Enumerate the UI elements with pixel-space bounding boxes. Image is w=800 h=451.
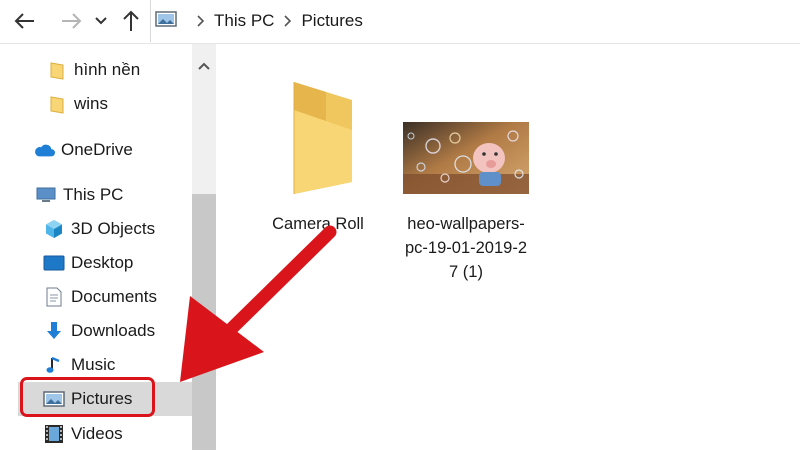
- cube-icon: [43, 218, 65, 240]
- computer-icon: [35, 184, 57, 206]
- breadcrumb-this-pc[interactable]: This PC: [214, 11, 274, 31]
- sidebar-item-wins[interactable]: wins: [0, 87, 192, 121]
- item-name: Camera Roll: [272, 215, 364, 233]
- sidebar-item-hinh-nen[interactable]: hình nền: [0, 53, 192, 87]
- folder-icon: [46, 93, 68, 115]
- arrow-left-icon: [14, 13, 34, 29]
- sidebar-item-downloads[interactable]: Downloads: [0, 314, 192, 348]
- chevron-down-icon: [95, 17, 107, 25]
- folder-icon: [293, 82, 352, 194]
- sidebar-item-videos[interactable]: Videos: [0, 417, 192, 451]
- sidebar-item-label: Videos: [71, 424, 123, 443]
- music-icon: [43, 354, 65, 376]
- sidebar-item-desktop[interactable]: Desktop: [0, 246, 192, 280]
- desktop-icon: [43, 252, 65, 274]
- scrollbar-thumb[interactable]: [192, 194, 216, 450]
- item-name-line: 7 (1): [449, 263, 483, 281]
- up-button[interactable]: [118, 8, 144, 34]
- sidebar-item-label: Desktop: [71, 253, 134, 272]
- address-bar[interactable]: This PC Pictures: [150, 0, 800, 42]
- document-icon: [43, 286, 65, 308]
- sidebar-item-label: 3D Objects: [71, 219, 156, 238]
- item-name-line: heo-wallpapers-: [407, 215, 525, 233]
- file-list: Camera Roll heo-wallpapers- pc-19-01-201…: [216, 44, 800, 450]
- folder-icon: [46, 59, 68, 81]
- sidebar-item-label: wins: [74, 94, 109, 113]
- sidebar-item-label: Documents: [71, 287, 157, 306]
- sidebar-item-3d-objects[interactable]: 3D Objects: [0, 212, 192, 246]
- download-icon: [43, 320, 65, 342]
- sidebar-item-label: OneDrive: [61, 140, 133, 159]
- arrow-up-icon: [123, 10, 139, 31]
- chevron-right-icon: [197, 15, 205, 27]
- pictures-location-icon: [155, 10, 177, 33]
- sidebar-item-label: Downloads: [71, 321, 156, 340]
- sidebar-item-label: hình nền: [74, 60, 141, 79]
- forward-button[interactable]: [56, 8, 86, 34]
- sidebar-item-label: Music: [71, 355, 116, 374]
- navigation-bar: This PC Pictures: [0, 0, 800, 44]
- scroll-up-button[interactable]: [192, 54, 216, 78]
- sidebar-scrollbar[interactable]: [192, 44, 216, 450]
- annotation-highlight-box: [20, 377, 155, 417]
- sidebar-item-label: This PC: [63, 185, 124, 204]
- chevron-right-icon: [284, 15, 292, 27]
- breadcrumb-pictures[interactable]: Pictures: [301, 11, 362, 31]
- image-item-heo-wallpapers[interactable]: heo-wallpapers- pc-19-01-2019-2 7 (1): [396, 76, 536, 284]
- item-name-line: pc-19-01-2019-2: [405, 239, 527, 257]
- chevron-up-icon: [198, 62, 210, 70]
- recent-locations-button[interactable]: [92, 8, 110, 34]
- back-button[interactable]: [10, 8, 40, 34]
- film-icon: [43, 423, 65, 445]
- image-thumbnail: [403, 76, 529, 200]
- sidebar-item-onedrive[interactable]: OneDrive: [0, 133, 192, 167]
- arrow-right-icon: [62, 13, 82, 29]
- sidebar-item-this-pc[interactable]: This PC: [0, 178, 192, 212]
- sidebar-item-documents[interactable]: Documents: [0, 280, 192, 314]
- cloud-icon: [33, 139, 55, 161]
- folder-item-camera-roll[interactable]: Camera Roll: [248, 76, 388, 236]
